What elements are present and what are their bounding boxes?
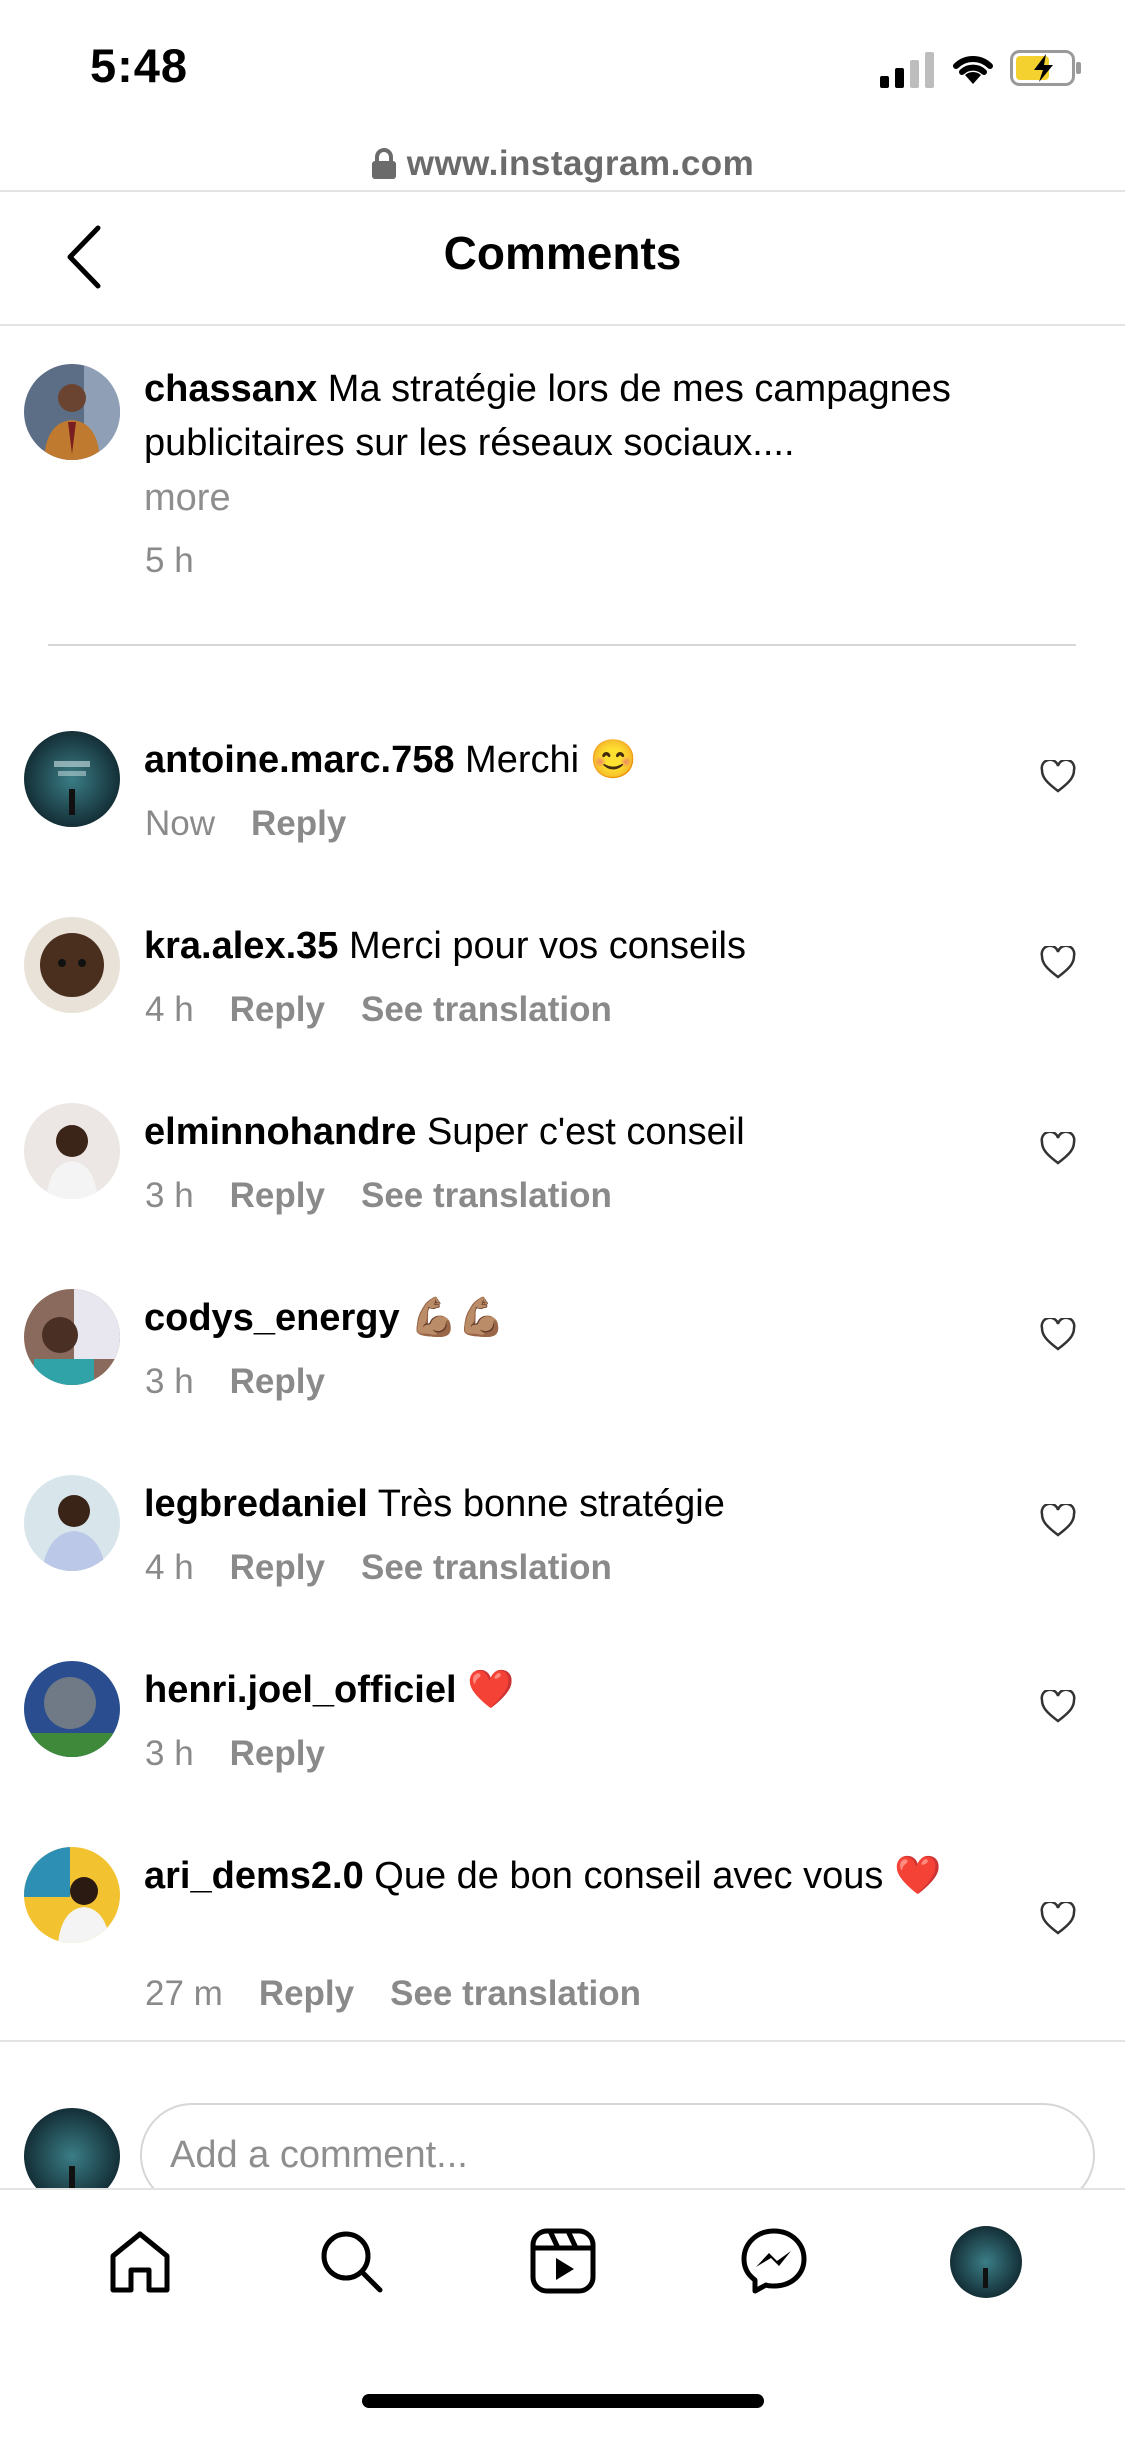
comment-meta: 4 h Reply See translation [145,990,612,1030]
divider [0,190,1125,192]
comment-body: 💪🏽💪🏽 [410,1297,505,1339]
reply-button[interactable]: Reply [230,990,325,1030]
reels-icon[interactable] [528,2226,598,2296]
timestamp: 4 h [145,1548,194,1587]
see-translation-button[interactable]: See translation [390,1974,641,2014]
timestamp: Now [145,804,216,843]
home-indicator [362,2394,764,2408]
reply-button[interactable]: Reply [259,1974,354,2014]
comment-body: ❤️ [467,1669,515,1711]
comment-text: henri.joel_officiel ❤️ [144,1663,1044,1717]
more-link[interactable]: more [144,471,1044,525]
timestamp: 3 h [145,1176,194,1215]
timestamp: 3 h [145,1734,194,1773]
avatar[interactable] [24,917,120,1013]
comment-meta: 3 h Reply [145,1734,325,1774]
avatar[interactable] [24,1103,120,1199]
url-text: www.instagram.com [406,144,755,183]
caption-meta: 5 h [145,541,194,581]
reply-button[interactable]: Reply [251,804,346,844]
avatar[interactable] [24,1475,120,1571]
like-heart-icon[interactable] [1040,946,1076,980]
comment-text: ari_dems2.0 Que de bon conseil avec vous… [144,1849,1014,1903]
comment-text: legbredaniel Très bonne stratégie [144,1477,1044,1531]
timestamp: 3 h [145,1362,194,1401]
divider [0,2040,1125,2042]
reply-button[interactable]: Reply [230,1548,325,1588]
comment-body: Que de bon conseil avec vous ❤️ [374,1855,942,1897]
timestamp: 5 h [145,541,194,580]
page-title: Comments [443,227,682,279]
timestamp: 27 m [145,1974,223,2013]
wifi-icon [953,55,993,84]
comment-text: antoine.marc.758 Merchi 😊 [144,733,1044,787]
comment-meta: 3 h Reply See translation [145,1176,612,1216]
reply-button[interactable]: Reply [230,1734,325,1774]
comment-username[interactable]: henri.joel_officiel [144,1669,457,1711]
avatar[interactable] [24,1289,120,1385]
caption-text: chassanx Ma stratégie lors de mes campag… [144,362,1044,470]
comment-username[interactable]: legbredaniel [144,1483,368,1525]
like-heart-icon[interactable] [1040,1318,1076,1352]
comment-text: codys_energy 💪🏽💪🏽 [144,1291,1044,1345]
comment-username[interactable]: ari_dems2.0 [144,1855,364,1897]
profile-avatar[interactable] [950,2226,1022,2298]
lock-icon [371,148,397,180]
timestamp: 4 h [145,990,194,1029]
status-time: 5:48 [90,39,189,92]
like-heart-icon[interactable] [1040,1902,1076,1936]
avatar[interactable] [24,1661,120,1757]
comment-text: kra.alex.35 Merci pour vos conseils [144,919,1044,973]
comment-body: Merchi 😊 [465,739,637,781]
comment-username[interactable]: elminnohandre [144,1111,416,1153]
battery-icon [1010,50,1081,86]
address-bar[interactable]: www.instagram.com [0,138,1125,190]
like-heart-icon[interactable] [1040,760,1076,794]
caption-username[interactable]: chassanx [144,368,317,410]
messenger-icon[interactable] [739,2226,809,2296]
see-translation-button[interactable]: See translation [361,1548,612,1588]
comment-username[interactable]: kra.alex.35 [144,925,338,967]
like-heart-icon[interactable] [1040,1504,1076,1538]
like-heart-icon[interactable] [1040,1690,1076,1724]
see-translation-button[interactable]: See translation [361,1176,612,1216]
divider [0,324,1125,326]
comment-username[interactable]: codys_energy [144,1297,400,1339]
comment-meta: Now Reply [145,804,346,844]
avatar[interactable] [24,1847,120,1943]
comment-meta: 4 h Reply See translation [145,1548,612,1588]
divider [48,644,1076,646]
comment-text: elminnohandre Super c'est conseil [144,1105,1044,1159]
cellular-signal-icon [880,50,936,88]
like-heart-icon[interactable] [1040,1132,1076,1166]
home-icon[interactable] [105,2226,175,2296]
comment-meta: 3 h Reply [145,1362,325,1402]
see-translation-button[interactable]: See translation [361,990,612,1030]
reply-button[interactable]: Reply [230,1362,325,1402]
comment-body: Très bonne stratégie [377,1483,725,1525]
search-icon[interactable] [316,2226,386,2296]
avatar[interactable] [24,364,120,460]
comment-body: Merci pour vos conseils [348,925,747,967]
reply-button[interactable]: Reply [230,1176,325,1216]
comment-username[interactable]: antoine.marc.758 [144,739,454,781]
comment-meta: 27 m Reply See translation [145,1974,641,2014]
comment-body: Super c'est conseil [426,1111,745,1153]
avatar[interactable] [24,731,120,827]
